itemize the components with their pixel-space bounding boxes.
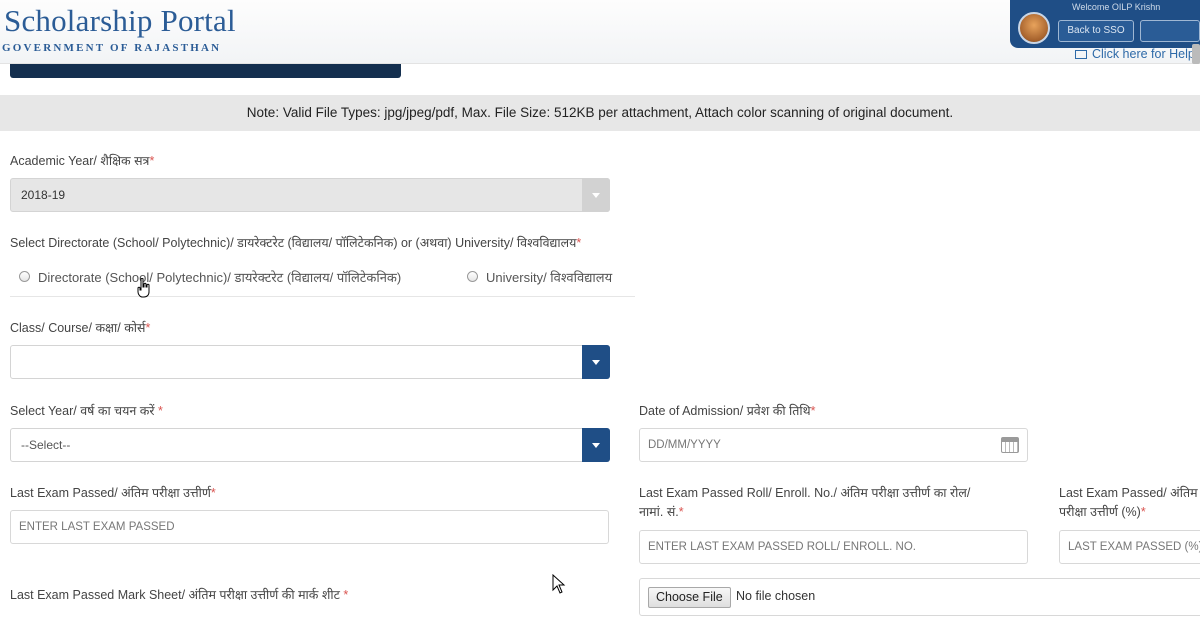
required-mark: * [810, 404, 816, 418]
chevron-down-icon[interactable] [582, 428, 610, 462]
envelope-icon [1075, 50, 1087, 59]
portal-logo-subtitle: GOVERNMENT OF RAJASTHAN [2, 42, 222, 54]
university-radio-label[interactable]: University/ विश्वविद्यालय [486, 268, 612, 286]
class-course-label: Class/ Course/ कक्षा/ कोर्स* [10, 319, 150, 337]
mark-sheet-file-input[interactable]: Choose File No file chosen [639, 578, 1200, 616]
welcome-text: Welcome OILP Krishn [1072, 2, 1161, 12]
percentage-label: Last Exam Passed/ अंतिम [1059, 484, 1198, 502]
directorate-radio[interactable] [19, 271, 30, 282]
scholarship-form-page: Scholarship Portal GOVERNMENT OF RAJASTH… [0, 0, 1200, 619]
avatar[interactable] [1018, 12, 1050, 44]
page-scrollbar[interactable] [1192, 44, 1200, 64]
logout-button[interactable] [1140, 20, 1200, 42]
academic-year-label: Academic Year/ शैक्षिक सत्र* [10, 152, 154, 170]
percentage-label-line1: Last Exam Passed/ अंतिम [1059, 486, 1198, 500]
required-mark: * [210, 486, 216, 500]
roll-no-label-cont: नामां. सं.* [639, 503, 684, 521]
select-year-select[interactable]: --Select-- [10, 428, 610, 462]
choose-file-button[interactable]: Choose File [648, 587, 731, 608]
mark-sheet-label: Last Exam Passed Mark Sheet/ अंतिम परीक्… [10, 586, 348, 604]
required-mark: * [145, 321, 151, 335]
directorate-radio-label[interactable]: Directorate (School/ Polytechnic)/ डायरे… [38, 268, 401, 286]
chevron-down-icon[interactable] [582, 178, 610, 212]
roll-no-label-line1: Last Exam Passed Roll/ Enroll. No./ अंति… [639, 486, 971, 500]
required-mark: * [343, 588, 349, 602]
last-exam-input[interactable]: ENTER LAST EXAM PASSED [10, 510, 609, 544]
select-year-label-text: Select Year/ वर्ष का चयन करें [10, 404, 155, 418]
back-to-sso-button[interactable]: Back to SSO [1058, 20, 1134, 42]
portal-logo-title[interactable]: Scholarship Portal [4, 3, 236, 39]
academic-year-value: 2018-19 [21, 188, 66, 202]
help-link-label: Click here for Help [1092, 47, 1195, 61]
user-welcome-panel: Welcome OILP Krishn Back to SSO [1010, 0, 1200, 48]
last-exam-label: Last Exam Passed/ अंतिम परीक्षा उत्तीर्ण… [10, 484, 216, 502]
admission-date-label: Date of Admission/ प्रवेश की तिथि* [639, 402, 816, 420]
percentage-label-line2: परीक्षा उत्तीर्ण (%) [1059, 505, 1141, 519]
directorate-label-text: Select Directorate (School/ Polytechnic)… [10, 236, 577, 250]
site-header: Scholarship Portal GOVERNMENT OF RAJASTH… [0, 0, 1200, 64]
required-mark: * [1140, 505, 1146, 519]
required-mark: * [678, 505, 684, 519]
admission-date-label-text: Date of Admission/ प्रवेश की तिथि [639, 404, 811, 418]
university-radio[interactable] [467, 271, 478, 282]
required-mark: * [157, 404, 163, 418]
admission-date-input[interactable]: DD/MM/YYYY [639, 428, 1028, 462]
calendar-icon[interactable] [1001, 437, 1019, 453]
directorate-label: Select Directorate (School/ Polytechnic)… [10, 234, 581, 252]
file-type-note: Note: Valid File Types: jpg/jpeg/pdf, Ma… [0, 95, 1200, 131]
percentage-label-cont: परीक्षा उत्तीर्ण (%)* [1059, 503, 1146, 521]
chevron-down-icon[interactable] [582, 345, 610, 379]
roll-no-input[interactable]: ENTER LAST EXAM PASSED ROLL/ ENROLL. NO. [639, 530, 1028, 564]
hand-cursor-icon [137, 278, 150, 298]
roll-no-label: Last Exam Passed Roll/ Enroll. No./ अंति… [639, 484, 970, 502]
required-mark: * [576, 236, 582, 250]
roll-no-label-line2: नामां. सं. [639, 505, 679, 519]
select-year-value: --Select-- [21, 438, 71, 452]
directorate-radio-group: Directorate (School/ Polytechnic)/ डायरे… [10, 261, 635, 297]
select-year-label: Select Year/ वर्ष का चयन करें * [10, 402, 163, 420]
roll-no-placeholder: ENTER LAST EXAM PASSED ROLL/ ENROLL. NO. [648, 541, 916, 553]
file-status-text: No file chosen [736, 589, 816, 603]
academic-year-select[interactable]: 2018-19 [10, 178, 610, 212]
mark-sheet-label-text: Last Exam Passed Mark Sheet/ अंतिम परीक्… [10, 588, 340, 602]
last-exam-label-text: Last Exam Passed/ अंतिम परीक्षा उत्तीर्ण [10, 486, 211, 500]
academic-year-label-text: Academic Year/ शैक्षिक सत्र [10, 154, 150, 168]
arrow-cursor-icon [552, 574, 566, 594]
last-exam-placeholder: ENTER LAST EXAM PASSED [19, 521, 175, 533]
class-course-select[interactable] [10, 345, 610, 379]
required-mark: * [149, 154, 155, 168]
help-link[interactable]: Click here for Help [1075, 47, 1195, 61]
section-header-bar [10, 64, 401, 78]
class-course-label-text: Class/ Course/ कक्षा/ कोर्स [10, 321, 146, 335]
admission-date-placeholder: DD/MM/YYYY [648, 439, 721, 451]
percentage-placeholder: LAST EXAM PASSED (%) [1068, 541, 1200, 553]
percentage-input[interactable]: LAST EXAM PASSED (%) [1059, 530, 1200, 564]
